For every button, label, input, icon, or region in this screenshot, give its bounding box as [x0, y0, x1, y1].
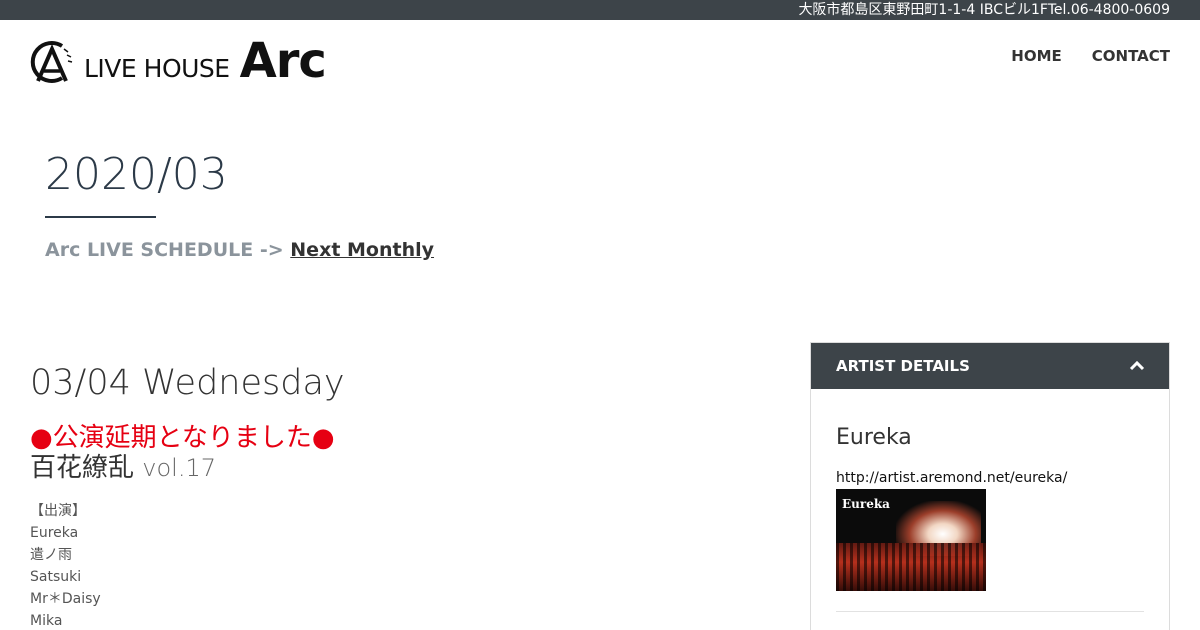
logo-big-text: Arc — [239, 33, 327, 89]
title-underline — [45, 216, 156, 218]
artist-details-body: Eureka http://artist.aremond.net/eureka/… — [836, 423, 1144, 612]
page-title: 2020/03 — [45, 149, 228, 200]
nav-home-link[interactable]: HOME — [1011, 47, 1061, 65]
list-item: Mika — [30, 613, 63, 629]
performer-list: 【出演】 Eureka 遣ノ雨 Satsuki Mr＊Daisy Mika — [30, 500, 101, 630]
performers-heading: 【出演】 — [30, 503, 86, 519]
top-info-bar: 大阪市都島区東野田町1-1-4 IBCビル1FTel.06-4800-0609 — [0, 0, 1200, 20]
logo-wordmark: LIVE HOUSE Arc — [84, 33, 327, 89]
artist-url-link[interactable]: http://artist.aremond.net/eureka/ — [836, 469, 1144, 487]
divider — [836, 611, 1144, 612]
artist-details-panel: ARTIST DETAILS Eureka http://artist.arem… — [810, 342, 1170, 630]
schedule-prefix: Arc LIVE SCHEDULE -> — [45, 239, 284, 261]
schedule-nav: Arc LIVE SCHEDULE -> Next Monthly — [45, 239, 434, 261]
crowd-silhouettes — [836, 543, 986, 591]
address-text: 大阪市都島区東野田町1-1-4 IBCビル1FTel.06-4800-0609 — [798, 2, 1170, 18]
event-title: 百花繚乱 vol.17 — [30, 451, 216, 485]
artist-name: Eureka — [836, 425, 912, 450]
chevron-up-icon[interactable] — [1127, 356, 1147, 376]
list-item: Mr＊Daisy — [30, 591, 101, 607]
next-monthly-link[interactable]: Next Monthly — [290, 239, 434, 261]
artist-photo[interactable]: Eureka — [836, 489, 986, 591]
event-date: 03/04 Wednesday — [30, 363, 345, 403]
artist-details-header[interactable]: ARTIST DETAILS — [811, 343, 1169, 389]
nav-contact-link[interactable]: CONTACT — [1092, 47, 1170, 65]
site-logo[interactable]: LIVE HOUSE Arc — [30, 33, 327, 89]
arc-logo-icon — [30, 41, 73, 83]
event-title-text: 百花繚乱 — [30, 453, 135, 483]
artist-details-label: ARTIST DETAILS — [836, 357, 970, 375]
event-volume: vol.17 — [142, 454, 217, 482]
list-item: 遣ノ雨 — [30, 547, 72, 563]
list-item: Eureka — [30, 525, 79, 541]
photo-caption: Eureka — [842, 497, 890, 511]
list-item: Satsuki — [30, 569, 82, 585]
main-nav: HOME CONTACT — [1011, 47, 1170, 65]
event-notice: ●公演延期となりました● — [30, 423, 335, 453]
logo-small-text: LIVE HOUSE — [84, 54, 230, 83]
